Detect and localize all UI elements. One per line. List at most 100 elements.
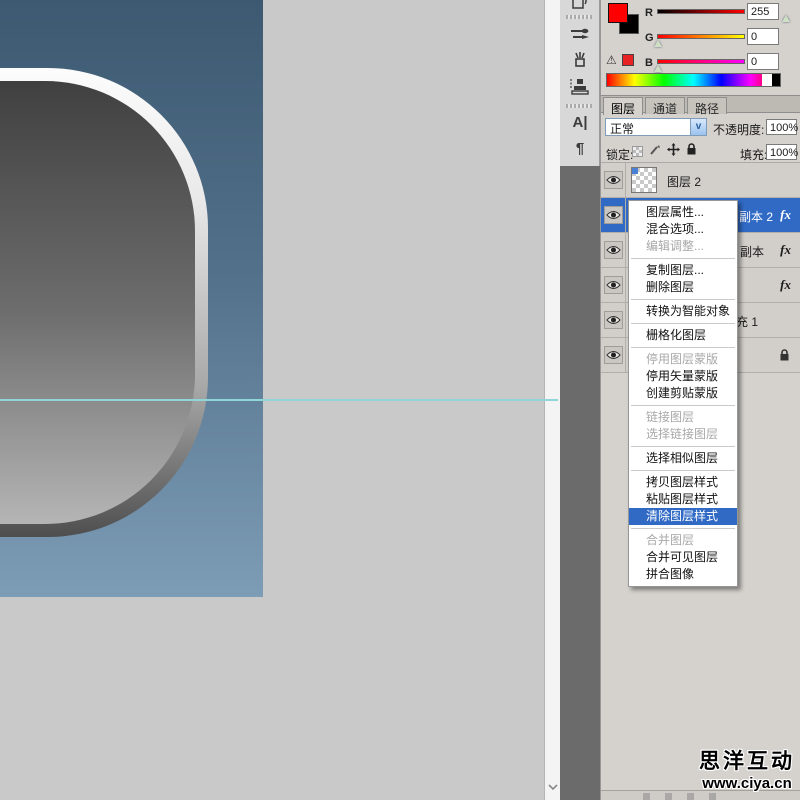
gamut-warning-icon[interactable]: ⚠ xyxy=(606,53,617,67)
menu-item-12[interactable]: 停用矢量蒙版 xyxy=(629,368,737,385)
blue-channel-value[interactable]: 0 xyxy=(747,53,779,70)
menu-separator xyxy=(631,299,735,300)
menu-item-1[interactable]: 混合选项... xyxy=(629,221,737,238)
menu-separator xyxy=(631,470,735,471)
scrollbar-down-arrow-icon[interactable] xyxy=(548,780,558,794)
red-channel-slider[interactable] xyxy=(657,9,745,14)
lock-position-move-icon[interactable] xyxy=(667,143,680,159)
layer-name[interactable]: 副本 xyxy=(740,243,764,260)
background-lock-icon xyxy=(779,349,790,365)
menu-item-7[interactable]: 转换为智能对象 xyxy=(629,303,737,320)
brushes-panel-icon[interactable] xyxy=(560,26,600,46)
menu-separator xyxy=(631,446,735,447)
chevron-down-icon[interactable]: v xyxy=(690,119,706,135)
menu-item-4[interactable]: 复制图层... xyxy=(629,262,737,279)
visibility-eye-icon[interactable] xyxy=(604,276,623,294)
watermark: 思洋互动 www.ciya.cn xyxy=(699,745,795,792)
panel-tab-bar: 图层 通道 路径 xyxy=(601,95,800,113)
layer-name[interactable]: 副本 2 xyxy=(739,208,773,225)
layer-thumbnail-transparent[interactable] xyxy=(631,167,657,193)
dock-grip[interactable] xyxy=(566,15,592,19)
tab-paths[interactable]: 路径 xyxy=(687,97,727,114)
menu-item-22[interactable]: 清除图层样式 xyxy=(629,508,737,525)
menu-item-9[interactable]: 栅格化图层 xyxy=(629,327,737,344)
green-channel-label: G xyxy=(645,32,654,44)
green-channel-slider[interactable] xyxy=(657,34,745,39)
menu-item-11: 停用图层蒙版 xyxy=(629,351,737,368)
lock-buttons xyxy=(632,143,697,159)
menu-item-13[interactable]: 创建剪贴蒙版 xyxy=(629,385,737,402)
menu-separator xyxy=(631,347,735,348)
menu-item-5[interactable]: 删除图层 xyxy=(629,279,737,296)
palette-dock-buttons: A| ¶ xyxy=(560,0,600,166)
tab-channels[interactable]: 通道 xyxy=(645,97,685,114)
layer-fx-icon[interactable]: fx xyxy=(780,242,791,258)
menu-item-25[interactable]: 合并可见图层 xyxy=(629,549,737,566)
character-panel-icon[interactable]: A| xyxy=(560,114,600,131)
lock-label: 锁定: xyxy=(606,146,633,163)
visibility-eye-icon[interactable] xyxy=(604,206,623,224)
opacity-label: 不透明度: xyxy=(713,121,764,138)
menu-item-18[interactable]: 选择相似图层 xyxy=(629,450,737,467)
blue-slider-thumb[interactable] xyxy=(654,65,662,72)
black-chip[interactable] xyxy=(772,74,780,86)
menu-item-0[interactable]: 图层属性... xyxy=(629,204,737,221)
visibility-eye-icon[interactable] xyxy=(604,241,623,259)
bottom-bar-icon-fragment[interactable] xyxy=(687,793,694,800)
bottom-bar-icon-fragment[interactable] xyxy=(709,793,716,800)
visibility-eye-icon[interactable] xyxy=(604,311,623,329)
layer-fx-icon[interactable]: fx xyxy=(780,277,791,293)
visibility-eye-icon[interactable] xyxy=(604,346,623,364)
bottom-bar-icon-fragment[interactable] xyxy=(643,793,650,800)
blend-mode-select[interactable]: 正常 v xyxy=(605,118,707,136)
layer-controls: 正常 v 不透明度: 100% 锁定: 填充: 100% xyxy=(601,113,800,163)
layer-name[interactable]: 充 1 xyxy=(736,313,758,330)
thumbnail-corner-mark xyxy=(632,168,638,174)
menu-item-20[interactable]: 拷贝图层样式 xyxy=(629,474,737,491)
menu-separator xyxy=(631,528,735,529)
layer-row-layer2[interactable]: 图层 2 xyxy=(601,163,800,198)
blue-channel-label: B xyxy=(645,57,653,69)
dock-grip[interactable] xyxy=(566,104,592,108)
lock-all-padlock-icon[interactable] xyxy=(686,143,697,159)
photoshop-workspace: A| ¶ R 255 G 0 B xyxy=(0,0,800,800)
color-panel: R 255 G 0 B 0 ⚠ xyxy=(601,0,800,95)
palette-dock: A| ¶ xyxy=(560,0,600,800)
notes-panel-icon[interactable] xyxy=(560,0,600,13)
lock-transparency-icon[interactable] xyxy=(632,146,643,157)
visibility-eye-icon[interactable] xyxy=(604,171,623,189)
green-slider-thumb[interactable] xyxy=(654,40,662,47)
layer-fx-icon[interactable]: fx xyxy=(780,207,791,223)
watermark-brand: 思洋互动 xyxy=(699,745,795,775)
lock-pixels-brush-icon[interactable] xyxy=(649,144,661,159)
white-chip[interactable] xyxy=(762,74,772,86)
bottom-bar-icon-fragment[interactable] xyxy=(665,793,672,800)
gamut-color-swatch[interactable] xyxy=(622,54,634,66)
document-canvas[interactable] xyxy=(0,0,263,597)
fill-label: 填充: xyxy=(740,146,767,163)
foreground-color-swatch[interactable] xyxy=(608,3,628,23)
green-channel-row: G 0 xyxy=(645,31,795,47)
green-channel-value[interactable]: 0 xyxy=(747,28,779,45)
layer-comps-stamp-icon[interactable] xyxy=(560,76,600,101)
paragraph-panel-icon[interactable]: ¶ xyxy=(560,140,600,157)
menu-item-16: 选择链接图层 xyxy=(629,426,737,443)
menu-item-26[interactable]: 拼合图像 xyxy=(629,566,737,583)
menu-separator xyxy=(631,258,735,259)
watermark-url: www.ciya.cn xyxy=(699,775,795,792)
fill-value[interactable]: 100% xyxy=(766,144,797,160)
color-spectrum-ramp[interactable] xyxy=(606,73,781,87)
rounded-button-shape-fill xyxy=(0,81,195,524)
red-slider-thumb[interactable] xyxy=(782,15,790,22)
clone-source-panel-icon[interactable] xyxy=(560,51,600,73)
blue-channel-slider[interactable] xyxy=(657,59,745,64)
menu-item-21[interactable]: 粘贴图层样式 xyxy=(629,491,737,508)
opacity-value[interactable]: 100% xyxy=(766,119,797,135)
menu-separator xyxy=(631,405,735,406)
menu-item-15: 链接图层 xyxy=(629,409,737,426)
menu-item-2: 编辑调整... xyxy=(629,238,737,255)
layer-context-menu: 图层属性...混合选项...编辑调整... 复制图层...删除图层转换为智能对象栅… xyxy=(628,200,738,587)
layer-name[interactable]: 图层 2 xyxy=(667,173,701,190)
red-channel-value[interactable]: 255 xyxy=(747,3,779,20)
menu-separator xyxy=(631,323,735,324)
